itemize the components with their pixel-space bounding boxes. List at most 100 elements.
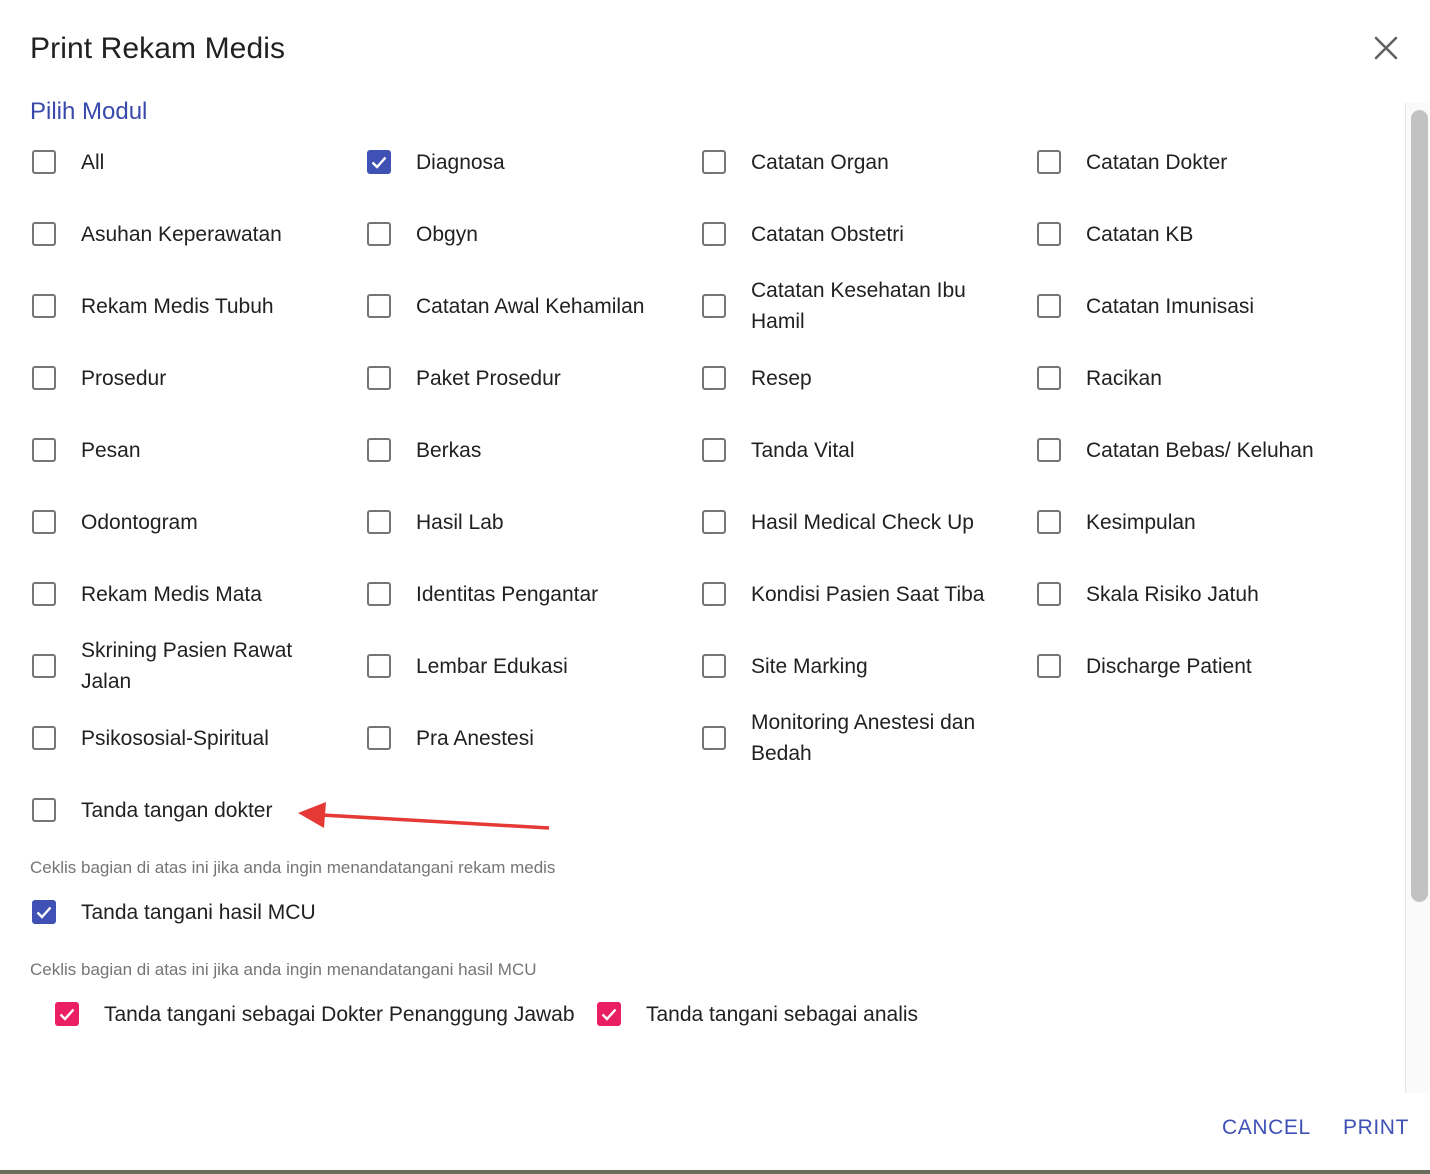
checkbox[interactable] xyxy=(702,582,726,606)
scrollbar-thumb[interactable] xyxy=(1411,110,1428,902)
checkbox[interactable] xyxy=(1037,510,1061,534)
module-checkbox-asuhan-keperawatan[interactable]: Asuhan Keperawatan xyxy=(30,198,365,270)
checkbox[interactable] xyxy=(702,510,726,534)
module-checkbox-tanda-vital[interactable]: Tanda Vital xyxy=(700,414,1035,486)
module-checkbox-discharge-patient[interactable]: Discharge Patient xyxy=(1035,630,1370,702)
analyst-signature-label: Tanda tangani sebagai analis xyxy=(646,1002,919,1026)
checkbox[interactable] xyxy=(702,438,726,462)
dialog-title: Print Rekam Medis xyxy=(30,32,286,65)
checkbox[interactable] xyxy=(32,222,56,246)
dpjp-signature-label: Tanda tangani sebagai Dokter Penanggung … xyxy=(104,1002,575,1026)
checkbox[interactable] xyxy=(1037,150,1061,174)
module-checkbox-prosedur[interactable]: Prosedur xyxy=(30,342,365,414)
checkbox[interactable] xyxy=(367,222,391,246)
checkbox[interactable] xyxy=(32,582,56,606)
module-label: Rekam Medis Tubuh xyxy=(81,294,274,318)
checkbox[interactable] xyxy=(32,510,56,534)
module-label: Hasil Lab xyxy=(416,510,504,534)
checkbox[interactable] xyxy=(702,222,726,246)
checkbox[interactable] xyxy=(367,654,391,678)
module-label: Catatan Organ xyxy=(751,150,889,174)
background-page-strip xyxy=(0,1170,1430,1174)
module-checkbox-monitoring-anestesi-dan-bedah[interactable]: Monitoring Anestesi dan Bedah xyxy=(700,702,1035,774)
mcu-signature-checkbox[interactable] xyxy=(32,900,56,924)
module-checkbox-catatan-imunisasi[interactable]: Catatan Imunisasi xyxy=(1035,270,1370,342)
module-checkbox-racikan[interactable]: Racikan xyxy=(1035,342,1370,414)
mcu-signature-checkbox-row[interactable]: Tanda tangani hasil MCU xyxy=(30,888,316,936)
checkbox[interactable] xyxy=(32,654,56,678)
dpjp-signature-checkbox[interactable] xyxy=(55,1002,79,1026)
module-checkbox-hasil-medical-check-up[interactable]: Hasil Medical Check Up xyxy=(700,486,1035,558)
doctor-signature-checkbox[interactable] xyxy=(32,798,56,822)
module-checkbox-catatan-organ[interactable]: Catatan Organ xyxy=(700,126,1035,198)
doctor-signature-checkbox-row[interactable]: Tanda tangan dokter xyxy=(30,774,272,846)
close-button[interactable] xyxy=(1368,30,1404,66)
checkbox[interactable] xyxy=(702,366,726,390)
module-checkbox-catatan-kesehatan-ibu-hamil[interactable]: Catatan Kesehatan Ibu Hamil xyxy=(700,270,1035,342)
module-checkbox-site-marking[interactable]: Site Marking xyxy=(700,630,1035,702)
module-label: Odontogram xyxy=(81,510,198,534)
module-checkbox-obgyn[interactable]: Obgyn xyxy=(365,198,700,270)
checkbox[interactable] xyxy=(1037,438,1061,462)
module-checkbox-odontogram[interactable]: Odontogram xyxy=(30,486,365,558)
module-checkbox-psikososial-spiritual[interactable]: Psikososial-Spiritual xyxy=(30,702,365,774)
checkbox[interactable] xyxy=(1037,366,1061,390)
module-label: Catatan Awal Kehamilan xyxy=(416,294,645,318)
module-checkbox-pesan[interactable]: Pesan xyxy=(30,414,365,486)
checkbox[interactable] xyxy=(1037,654,1061,678)
cancel-button[interactable]: CANCEL xyxy=(1222,1116,1311,1140)
dpjp-signature-checkbox-row[interactable]: Tanda tangani sebagai Dokter Penanggung … xyxy=(53,990,575,1038)
module-checkbox-kondisi-pasien-saat-tiba[interactable]: Kondisi Pasien Saat Tiba xyxy=(700,558,1035,630)
module-label: Catatan KB xyxy=(1086,222,1194,246)
module-label: Skrining Pasien Rawat Jalan xyxy=(81,639,293,693)
module-checkbox-catatan-bebas-keluhan[interactable]: Catatan Bebas/ Keluhan xyxy=(1035,414,1370,486)
checkbox[interactable] xyxy=(367,510,391,534)
module-checkbox-berkas[interactable]: Berkas xyxy=(365,414,700,486)
module-checkbox-pra-anestesi[interactable]: Pra Anestesi xyxy=(365,702,700,774)
analyst-signature-checkbox-row[interactable]: Tanda tangani sebagai analis xyxy=(595,990,918,1038)
module-checkbox-kesimpulan[interactable]: Kesimpulan xyxy=(1035,486,1370,558)
module-checkbox-skrining-pasien-rawat-jalan[interactable]: Skrining Pasien Rawat Jalan xyxy=(30,630,365,702)
module-checkbox-catatan-obstetri[interactable]: Catatan Obstetri xyxy=(700,198,1035,270)
module-checkbox-diagnosa[interactable]: Diagnosa xyxy=(365,126,700,198)
module-checkbox-catatan-dokter[interactable]: Catatan Dokter xyxy=(1035,126,1370,198)
module-label: Berkas xyxy=(416,438,482,462)
checkbox[interactable] xyxy=(367,150,391,174)
module-checkbox-all[interactable]: All xyxy=(30,126,365,198)
checkbox[interactable] xyxy=(702,726,726,750)
checkbox[interactable] xyxy=(32,726,56,750)
checkbox[interactable] xyxy=(702,294,726,318)
checkbox[interactable] xyxy=(1037,294,1061,318)
checkbox[interactable] xyxy=(32,294,56,318)
checkbox[interactable] xyxy=(702,150,726,174)
checkbox[interactable] xyxy=(32,150,56,174)
module-label: Kondisi Pasien Saat Tiba xyxy=(751,582,985,606)
print-button[interactable]: PRINT xyxy=(1343,1116,1409,1140)
module-checkbox-catatan-kb[interactable]: Catatan KB xyxy=(1035,198,1370,270)
module-checkbox-resep[interactable]: Resep xyxy=(700,342,1035,414)
checkbox[interactable] xyxy=(32,438,56,462)
checkbox[interactable] xyxy=(367,366,391,390)
module-label: Catatan Bebas/ Keluhan xyxy=(1086,438,1314,462)
checkbox[interactable] xyxy=(367,438,391,462)
checkbox[interactable] xyxy=(1037,582,1061,606)
analyst-signature-checkbox[interactable] xyxy=(597,1002,621,1026)
close-icon[interactable] xyxy=(1368,30,1404,66)
module-checkbox-rekam-medis-tubuh[interactable]: Rekam Medis Tubuh xyxy=(30,270,365,342)
module-checkbox-rekam-medis-mata[interactable]: Rekam Medis Mata xyxy=(30,558,365,630)
module-label: Rekam Medis Mata xyxy=(81,582,262,606)
checkbox[interactable] xyxy=(702,654,726,678)
checkbox[interactable] xyxy=(1037,222,1061,246)
module-checkbox-catatan-awal-kehamilan[interactable]: Catatan Awal Kehamilan xyxy=(365,270,700,342)
module-label: Discharge Patient xyxy=(1086,654,1252,678)
module-checkbox-hasil-lab[interactable]: Hasil Lab xyxy=(365,486,700,558)
checkbox[interactable] xyxy=(367,294,391,318)
checkbox[interactable] xyxy=(367,582,391,606)
module-checkbox-paket-prosedur[interactable]: Paket Prosedur xyxy=(365,342,700,414)
checkbox[interactable] xyxy=(32,366,56,390)
module-checkbox-lembar-edukasi[interactable]: Lembar Edukasi xyxy=(365,630,700,702)
module-checkbox-skala-risiko-jatuh[interactable]: Skala Risiko Jatuh xyxy=(1035,558,1370,630)
checkbox[interactable] xyxy=(367,726,391,750)
module-checkbox-identitas-pengantar[interactable]: Identitas Pengantar xyxy=(365,558,700,630)
module-label: Skala Risiko Jatuh xyxy=(1086,582,1259,606)
